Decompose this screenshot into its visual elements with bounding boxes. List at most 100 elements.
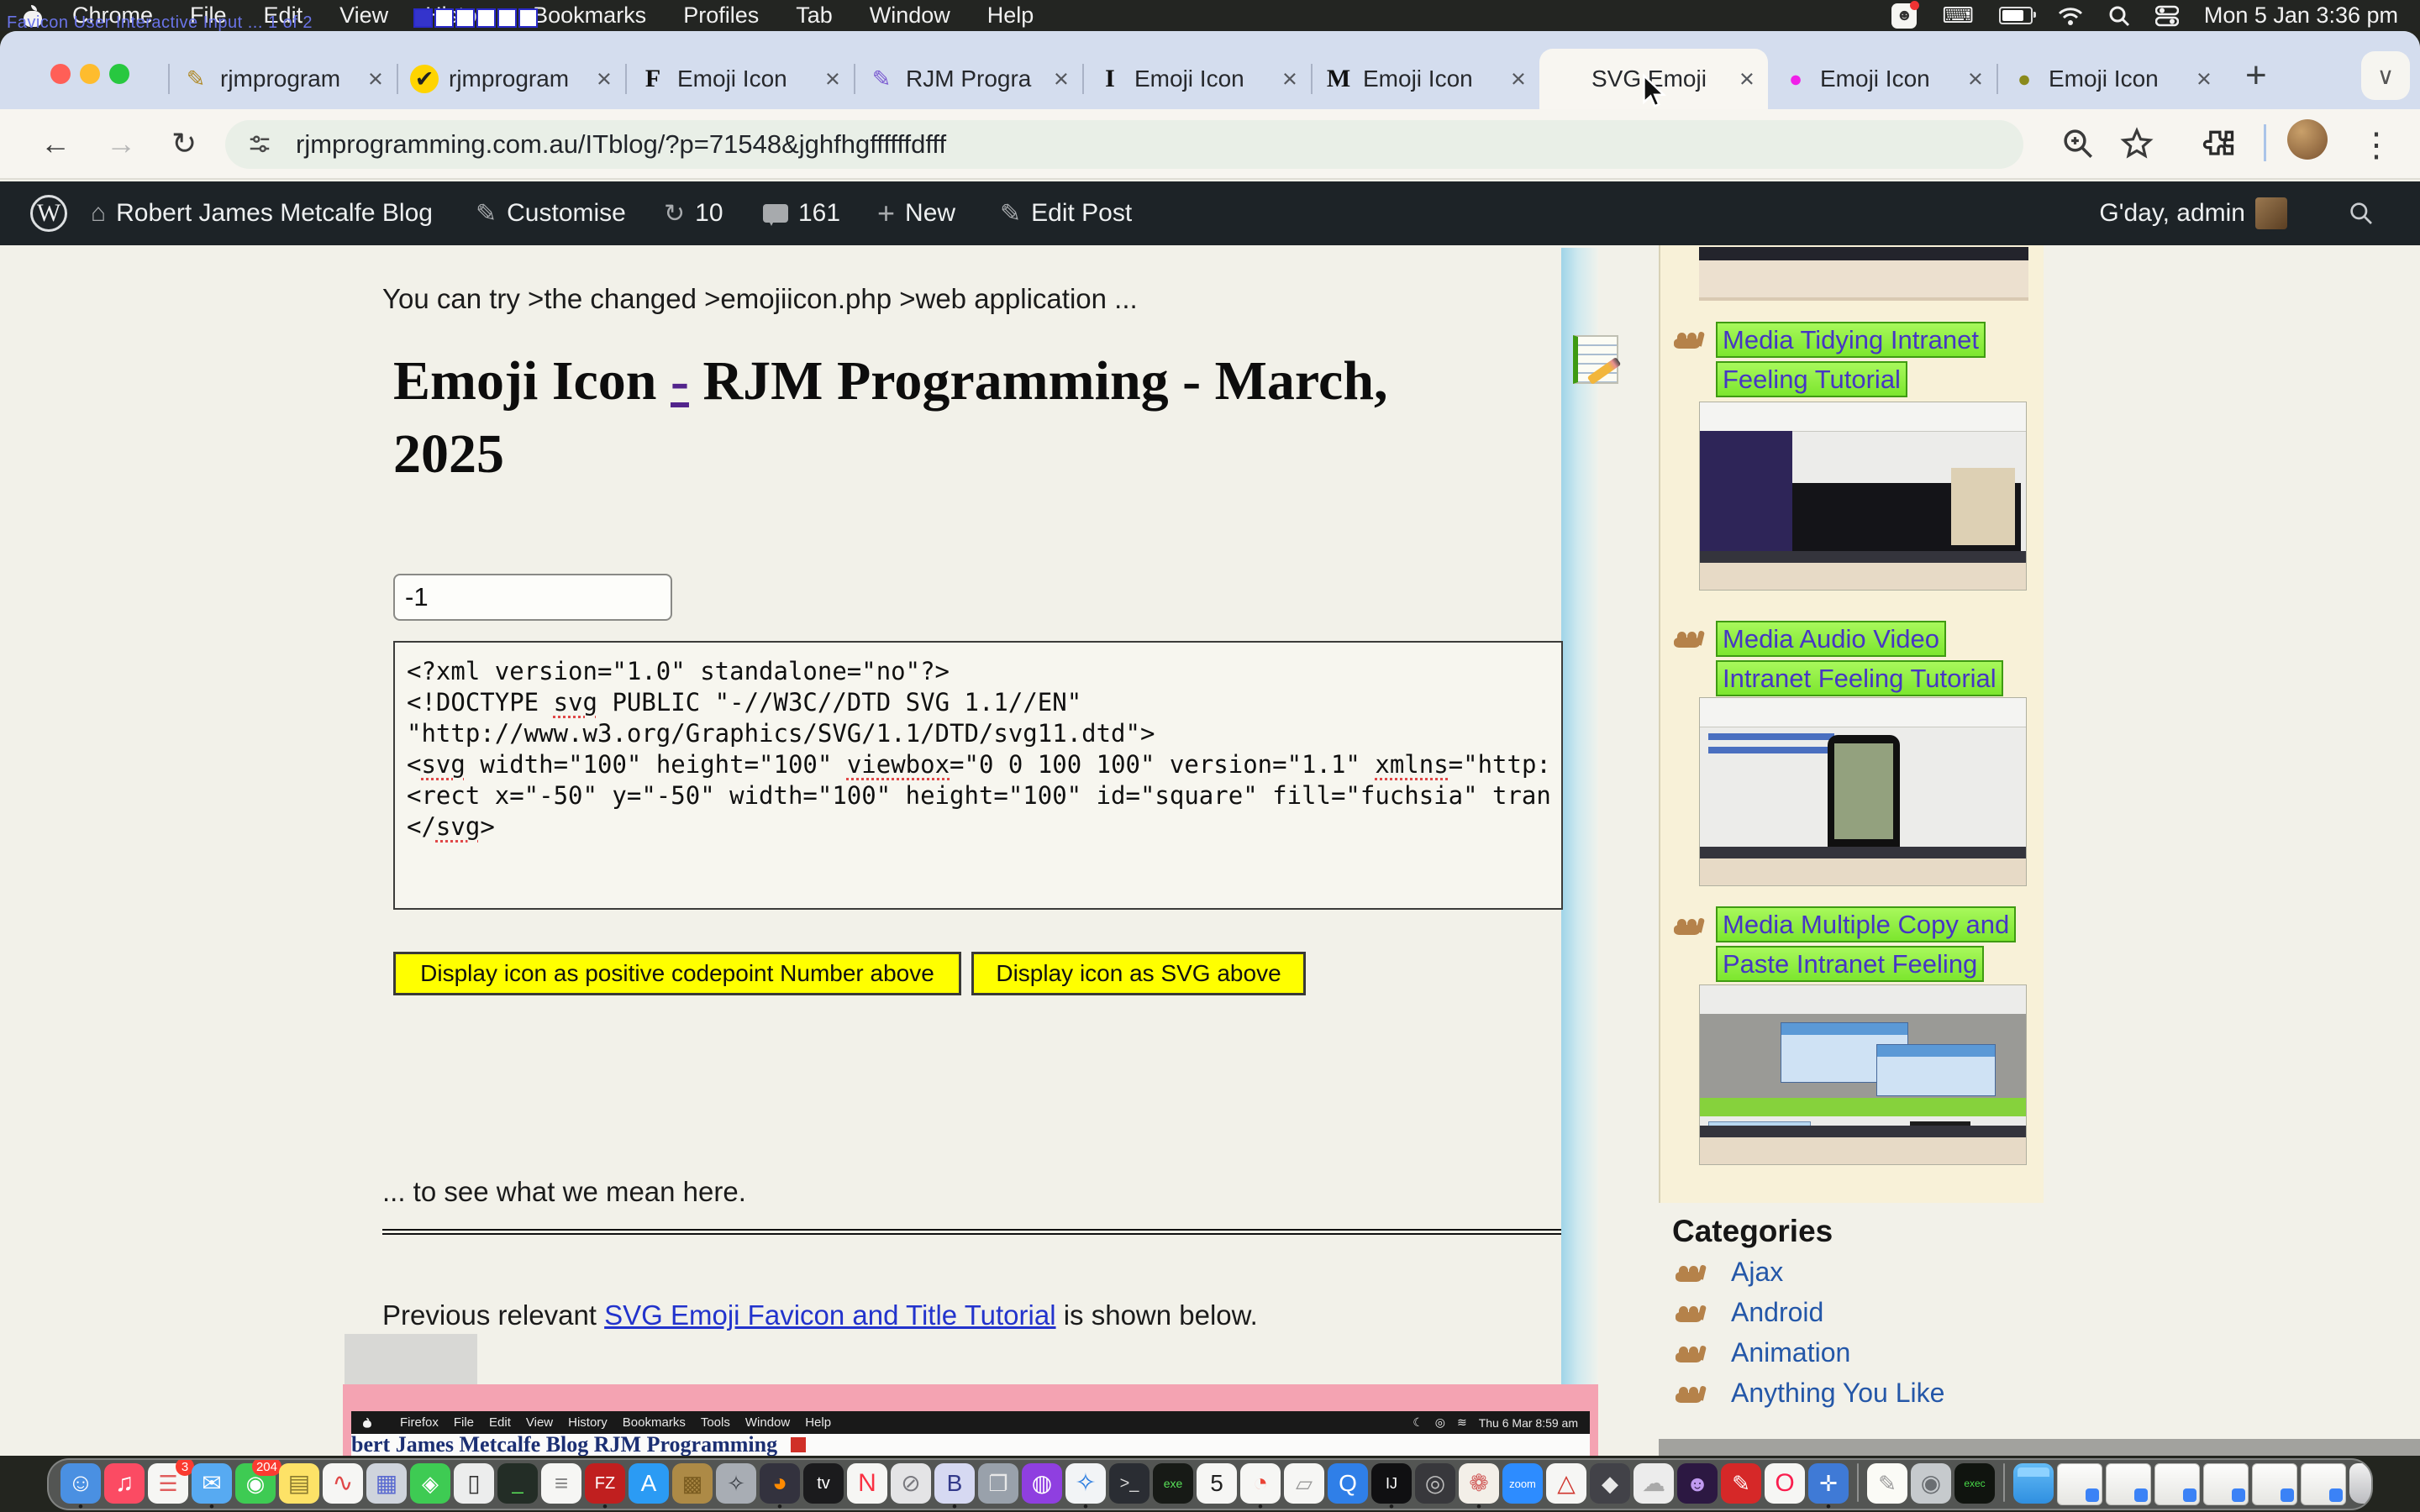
zoom-window-button[interactable] (109, 64, 129, 84)
dock-item[interactable]: exe (1153, 1463, 1193, 1504)
chrome-menu-icon[interactable]: ⋮ (2360, 126, 2393, 165)
battery-icon[interactable] (1999, 7, 2033, 24)
tab-close-icon[interactable]: × (1282, 64, 1297, 94)
tab-close-icon[interactable]: × (1968, 64, 1983, 94)
dock-item[interactable] (2154, 1463, 2200, 1505)
dock-item[interactable]: ◉ 204 (235, 1463, 276, 1504)
admin-updates[interactable]: ↻ 10 (664, 181, 723, 245)
dock-item[interactable] (2013, 1463, 2054, 1504)
browser-tab[interactable]: F Emoji Icon × (625, 49, 854, 109)
wp-logo[interactable]: W (30, 181, 67, 245)
back-button[interactable]: ← (40, 126, 71, 161)
sidebar-post-link[interactable]: Media Tidying Intranet Feeling Tutorial (1716, 321, 2025, 399)
sidebar-post-thumbnail[interactable] (1699, 697, 2027, 886)
sidebar-post-thumbnail[interactable] (1699, 984, 2027, 1165)
dock-item[interactable]: ☁ (1634, 1463, 1674, 1504)
extensions-puzzle-icon[interactable] (2200, 126, 2237, 163)
dock-item[interactable]: ▤ (279, 1463, 319, 1504)
status-app-icon[interactable]: ☻ (1891, 3, 1917, 29)
dock-item[interactable]: ✧ (716, 1463, 756, 1504)
browser-tab[interactable]: ✎ RJM Progra × (854, 49, 1082, 109)
dock-item[interactable]: tv (803, 1463, 844, 1504)
previous-tutorial-link[interactable]: SVG Emoji Favicon and Title Tutorial (604, 1299, 1055, 1331)
close-window-button[interactable] (50, 64, 71, 84)
dock-item[interactable]: ☻ (1677, 1463, 1718, 1504)
dock-item[interactable]: ◈ (410, 1463, 450, 1504)
menu-bar-clock[interactable]: Mon 5 Jan 3:36 pm (2204, 3, 2398, 29)
browser-tab[interactable]: ● Emoji Icon × (1996, 49, 2225, 109)
browser-tab[interactable]: ✔ rjmprogram × (397, 49, 625, 109)
admin-new[interactable]: + New (877, 181, 955, 245)
category-item[interactable]: Ajax (1674, 1252, 1944, 1292)
dock-item[interactable]: Q (1328, 1463, 1368, 1504)
dock-item[interactable]: ✎ (1721, 1463, 1761, 1504)
address-bar[interactable]: rjmprogramming.com.au/ITblog/?p=71548&jg… (225, 120, 2023, 169)
dock-item[interactable] (2301, 1463, 2346, 1505)
profile-avatar[interactable] (2287, 119, 2328, 160)
menu-item[interactable]: Help (969, 3, 1053, 29)
dock-item[interactable]: _ (497, 1463, 538, 1504)
dock-item[interactable]: ✉ • (192, 1463, 232, 1504)
tab-close-icon[interactable]: × (1054, 64, 1069, 94)
keyboard-icon[interactable]: ⌨ (1942, 3, 1974, 29)
dock-item[interactable]: ▯ (454, 1463, 494, 1504)
tab-close-icon[interactable]: × (1739, 64, 1754, 94)
sidebar-post-link[interactable]: Media Audio Video Intranet Feeling Tutor… (1716, 620, 2025, 698)
dock-item[interactable]: ▩ (672, 1463, 713, 1504)
category-item[interactable]: Anything You Like (1674, 1373, 1944, 1413)
admin-site-name[interactable]: ⌂ Robert James Metcalfe Blog (91, 181, 433, 245)
minimize-window-button[interactable] (80, 64, 100, 84)
forward-button[interactable]: → (106, 126, 136, 161)
tab-close-icon[interactable]: × (2196, 64, 2212, 94)
admin-greeting[interactable]: G'day, admin (2099, 181, 2287, 245)
zoom-page-icon[interactable] (2060, 126, 2096, 161)
category-item[interactable]: Animation (1674, 1332, 1944, 1373)
dock-item[interactable] (2003, 1463, 2005, 1502)
title-dash-link[interactable]: - (671, 350, 689, 412)
browser-tab[interactable]: ✎ rjmprogram × (168, 49, 397, 109)
dock-item[interactable]: IJ • (1371, 1463, 1412, 1504)
dock-item[interactable]: ◆ (1590, 1463, 1630, 1504)
dock-item[interactable]: FZ • (585, 1463, 625, 1504)
dock-item[interactable] (2252, 1463, 2297, 1505)
dock-item[interactable]: ☰ 3 (148, 1463, 188, 1504)
dock-item[interactable]: A (629, 1463, 669, 1504)
admin-comments[interactable]: 161 (763, 181, 840, 245)
tab-close-icon[interactable]: × (368, 64, 383, 94)
category-link[interactable]: Ajax (1731, 1257, 1783, 1288)
category-link[interactable]: Animation (1731, 1337, 1850, 1368)
dock-item[interactable]: ◎ (1415, 1463, 1455, 1504)
display-codepoint-button[interactable]: Display icon as positive codepoint Numbe… (393, 952, 961, 995)
category-link[interactable]: Android (1731, 1297, 1823, 1328)
dock-item[interactable]: 5 (1197, 1463, 1237, 1504)
dock-item[interactable]: ▦ (366, 1463, 407, 1504)
dock-item[interactable]: B • (934, 1463, 975, 1504)
spotlight-search-icon[interactable] (2108, 5, 2130, 27)
dock-item[interactable]: ◉ (1911, 1463, 1951, 1504)
dock-item[interactable]: ∿ (323, 1463, 363, 1504)
tab-search-chevron[interactable]: ∨ (2361, 51, 2410, 100)
tab-close-icon[interactable]: × (1511, 64, 1526, 94)
dock-item[interactable]: ▱ (1284, 1463, 1324, 1504)
dock-item[interactable]: O (1765, 1463, 1805, 1504)
dock-item[interactable]: exec (1954, 1463, 1995, 1504)
url-text[interactable]: rjmprogramming.com.au/ITblog/?p=71548&jg… (296, 129, 946, 160)
dock-item[interactable]: ♫ (104, 1463, 145, 1504)
svg-code-textarea[interactable]: <?xml version="1.0" standalone="no"?><!D… (393, 641, 1563, 910)
control-center-icon[interactable] (2155, 5, 2179, 27)
menu-item[interactable]: Profiles (665, 3, 777, 29)
menu-item[interactable]: Tab (777, 3, 851, 29)
browser-tab[interactable]: M Emoji Icon × (1311, 49, 1539, 109)
dock-item[interactable]: >_ (1109, 1463, 1150, 1504)
dock-item[interactable]: △ (1546, 1463, 1586, 1504)
bookmark-star-icon[interactable] (2119, 126, 2154, 161)
tab-close-icon[interactable]: × (597, 64, 612, 94)
dock-item[interactable]: ❐ (978, 1463, 1018, 1504)
dock-item[interactable] (2349, 1463, 2373, 1504)
category-item[interactable]: Android (1674, 1292, 1944, 1332)
dock-item[interactable] (2057, 1463, 2102, 1505)
category-link[interactable]: Anything You Like (1731, 1378, 1944, 1409)
dock-item[interactable]: ✧ • (1065, 1463, 1106, 1504)
display-svg-button[interactable]: Display icon as SVG above (971, 952, 1306, 995)
codepoint-input[interactable] (393, 574, 672, 621)
